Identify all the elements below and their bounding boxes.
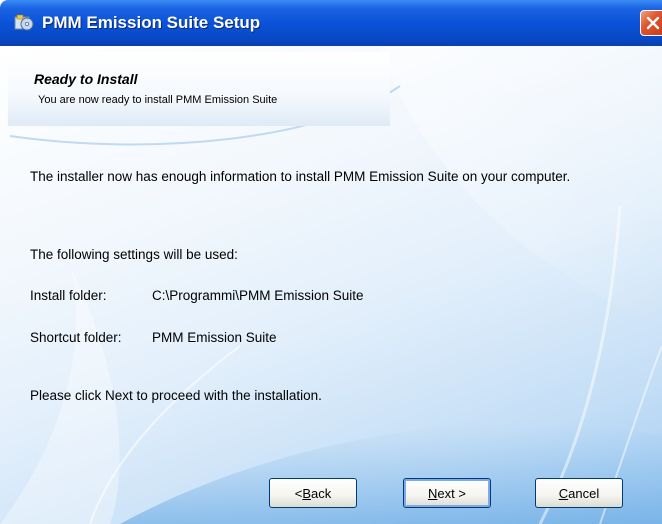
cancel-rest: ancel <box>568 485 600 501</box>
page-subtitle: You are now ready to install PMM Emissio… <box>38 94 278 106</box>
title-bar[interactable]: PMM Emission Suite Setup <box>0 0 662 46</box>
cancel-button[interactable]: Cancel <box>535 478 623 508</box>
back-button[interactable]: < Back <box>269 478 357 508</box>
content-area: Ready to Install You are now ready to in… <box>0 46 662 524</box>
window-title: PMM Emission Suite Setup <box>42 13 261 32</box>
shortcut-folder-label: Shortcut folder: <box>30 330 122 345</box>
install-folder-value: C:\Programmi\PMM Emission Suite <box>152 288 364 303</box>
back-rest: ack <box>311 485 332 501</box>
close-icon <box>646 16 660 30</box>
next-mnemonic: N <box>428 485 438 501</box>
shortcut-folder-value: PMM Emission Suite <box>152 330 277 345</box>
cancel-mnemonic: C <box>558 485 569 501</box>
installer-disc-icon <box>14 14 34 32</box>
next-rest: ext > <box>437 485 466 501</box>
instruction-text: Please click Next to proceed with the in… <box>30 388 322 403</box>
close-button[interactable] <box>640 10 662 36</box>
intro-text: The installer now has enough information… <box>30 169 571 184</box>
install-folder-label: Install folder: <box>30 288 107 303</box>
install-folder-row: Install folder: C:\Programmi\PMM Emission… <box>30 288 364 303</box>
settings-heading: The following settings will be used: <box>30 247 238 262</box>
shortcut-folder-row: Shortcut folder: PMM Emission Suite <box>30 330 277 345</box>
page-title: Ready to Install <box>34 71 138 87</box>
back-prefix: < <box>294 485 303 501</box>
back-mnemonic: B <box>302 485 312 501</box>
header-panel: Ready to Install You are now ready to in… <box>8 52 390 126</box>
next-button[interactable]: Next > <box>403 478 491 508</box>
setup-window: PMM Emission Suite Setup Ready to Instal… <box>0 0 662 524</box>
